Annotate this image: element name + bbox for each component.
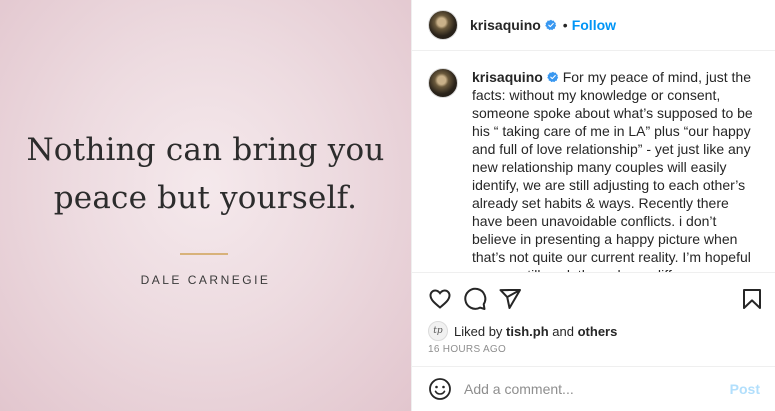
liker-avatar[interactable]: tp <box>428 321 448 341</box>
post-actions <box>412 272 775 322</box>
verified-badge-icon <box>544 19 556 31</box>
share-icon[interactable] <box>498 287 522 311</box>
follow-button[interactable]: Follow <box>572 17 616 33</box>
likes-prefix: Liked by <box>454 323 503 339</box>
caption-area[interactable]: krisaquino For my peace of mind, just th… <box>412 52 775 272</box>
caption-username[interactable]: krisaquino <box>472 69 543 85</box>
likes-summary: tp Liked by tish.ph and others <box>428 321 617 341</box>
caption: krisaquino For my peace of mind, just th… <box>472 68 760 272</box>
quote-author: DALE CARNEGIE <box>140 273 271 287</box>
post-header: krisaquino • Follow <box>412 0 775 51</box>
quote-line-1: Nothing can bring you <box>26 132 385 168</box>
heart-icon[interactable] <box>428 287 452 311</box>
quote-line-2: peace but yourself. <box>53 180 358 216</box>
post-side-panel: krisaquino • Follow krisaquino For my pe… <box>411 0 775 411</box>
quote-text: Nothing can bring you peace but yourself… <box>0 126 411 222</box>
caption-text: For my peace of mind, just the facts: wi… <box>472 69 753 272</box>
quote-divider <box>180 253 228 255</box>
author-avatar[interactable] <box>428 10 458 40</box>
verified-badge-icon <box>546 71 558 83</box>
likes-others-link[interactable]: others <box>578 324 618 339</box>
save-icon[interactable] <box>740 287 764 311</box>
emoji-icon[interactable] <box>428 377 452 401</box>
comment-icon[interactable] <box>463 287 487 311</box>
comment-input[interactable] <box>464 381 722 397</box>
liker-username[interactable]: tish.ph <box>506 324 549 339</box>
post-image[interactable]: Nothing can bring you peace but yourself… <box>0 0 411 411</box>
post-timestamp[interactable]: 16 HOURS AGO <box>428 344 506 355</box>
post-comment-button[interactable]: Post <box>730 381 760 397</box>
header-separator: • <box>562 17 568 33</box>
likes-conjunction: and <box>552 323 574 339</box>
comment-bar: Post <box>412 366 775 411</box>
author-username[interactable]: krisaquino <box>470 17 541 33</box>
caption-author-avatar[interactable] <box>428 68 458 98</box>
